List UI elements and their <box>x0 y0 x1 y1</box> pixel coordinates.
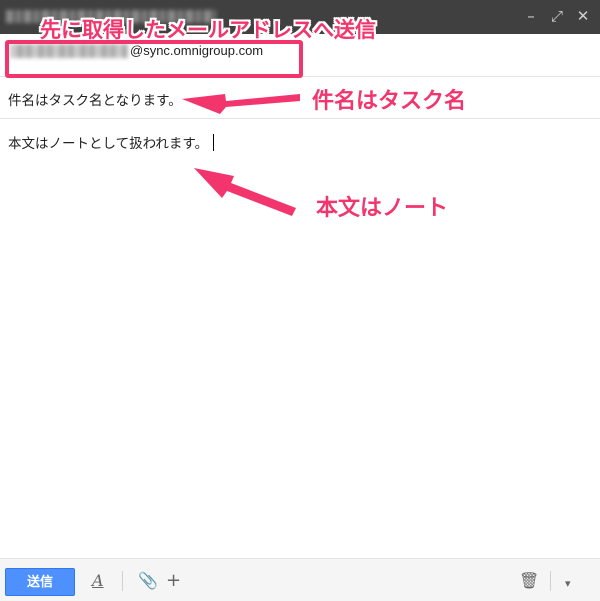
text-caret <box>213 134 215 151</box>
subject-text: 件名はタスク名となります。 <box>8 93 182 109</box>
send-button[interactable]: 送信 <box>5 568 75 596</box>
annotation-subject-label: 件名はタスク名 <box>312 89 467 114</box>
more-options-plus-icon[interactable]: + <box>166 570 181 592</box>
body-text: 本文はノートとして扱われます。 <box>8 136 209 152</box>
popout-icon[interactable]: ⤢ <box>550 5 564 27</box>
trash-icon[interactable]: 🗑 <box>519 570 539 592</box>
subject-field[interactable]: 件名はタスク名となります。 <box>0 77 600 119</box>
toolbar-divider-right <box>550 571 551 591</box>
message-body[interactable]: 本文はノートとして扱われます。 <box>0 119 600 559</box>
window-controls: – ⤢ ✕ <box>524 5 590 27</box>
close-icon[interactable]: ✕ <box>576 5 590 27</box>
annotation-body-label: 本文はノート <box>316 196 449 221</box>
formatting-icon[interactable]: A <box>92 570 104 592</box>
attachment-icon[interactable]: 📎 <box>138 570 158 592</box>
annotation-highlight-box <box>5 40 303 78</box>
minimize-icon[interactable]: – <box>524 5 538 27</box>
chevron-down-icon[interactable]: ▾ <box>565 573 571 595</box>
toolbar-divider <box>122 571 123 591</box>
compose-toolbar: 送信 A 📎 + 🗑 ▾ <box>0 558 600 601</box>
